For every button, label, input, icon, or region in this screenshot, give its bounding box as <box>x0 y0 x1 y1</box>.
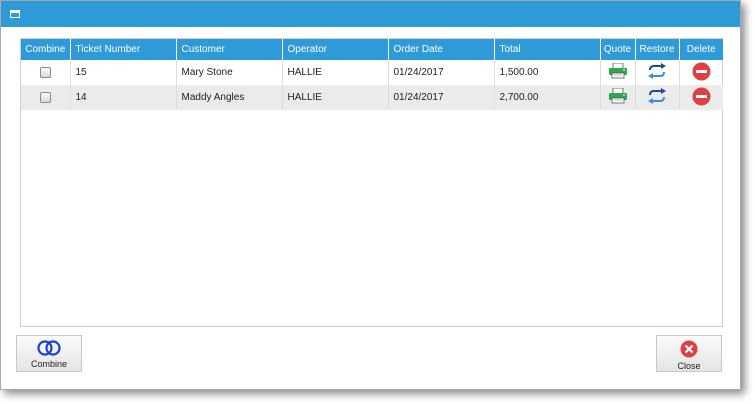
printer-icon[interactable] <box>608 87 628 107</box>
customer-cell: Mary Stone <box>176 60 283 85</box>
quote-cell <box>600 85 636 110</box>
table-row[interactable]: 15 Mary Stone HALLIE 01/24/2017 1,500.00 <box>21 60 723 85</box>
operator-cell: HALLIE <box>282 60 389 85</box>
col-header-ticket-number[interactable]: Ticket Number <box>70 39 177 60</box>
combine-checkbox[interactable] <box>39 91 51 103</box>
col-header-combine[interactable]: Combine <box>21 39 71 60</box>
ticket-number-cell: 15 <box>70 60 177 85</box>
combine-button[interactable]: Combine <box>16 335 82 372</box>
ticket-number-cell: 14 <box>70 85 177 110</box>
delete-cell <box>679 85 723 110</box>
total-cell: 1,500.00 <box>494 60 601 85</box>
col-header-quote[interactable]: Quote <box>600 39 636 60</box>
remove-circle-icon[interactable] <box>692 62 711 84</box>
col-header-total[interactable]: Total <box>494 39 601 60</box>
col-header-operator[interactable]: Operator <box>282 39 389 60</box>
window-icon <box>10 10 20 18</box>
restore-cell <box>635 85 680 110</box>
tickets-grid: Combine Ticket Number Customer Operator … <box>20 38 723 327</box>
tickets-table: Combine Ticket Number Customer Operator … <box>21 39 723 110</box>
printer-icon[interactable] <box>608 62 628 82</box>
remove-circle-icon[interactable] <box>692 87 711 109</box>
combine-button-label: Combine <box>30 359 68 369</box>
combine-cell <box>21 85 71 110</box>
overlapping-rings-icon <box>17 340 81 358</box>
col-header-customer[interactable]: Customer <box>176 39 283 60</box>
title-bar <box>1 1 740 27</box>
restore-arrows-icon[interactable] <box>647 88 667 107</box>
total-cell: 2,700.00 <box>494 85 601 110</box>
order-date-cell: 01/24/2017 <box>388 85 495 110</box>
delete-cell <box>679 60 723 85</box>
table-row[interactable]: 14 Maddy Angles HALLIE 01/24/2017 2,700.… <box>21 85 723 110</box>
combine-checkbox[interactable] <box>39 66 51 78</box>
combine-cell <box>21 60 71 85</box>
header-row: Combine Ticket Number Customer Operator … <box>21 39 723 60</box>
operator-cell: HALLIE <box>282 85 389 110</box>
close-circle-icon <box>657 340 721 360</box>
close-button-label: Close <box>677 361 701 371</box>
col-header-order-date[interactable]: Order Date <box>388 39 495 60</box>
col-header-delete[interactable]: Delete <box>679 39 723 60</box>
col-header-restore[interactable]: Restore <box>635 39 680 60</box>
close-button[interactable]: Close <box>656 335 722 372</box>
restore-arrows-icon[interactable] <box>647 63 667 82</box>
customer-cell: Maddy Angles <box>176 85 283 110</box>
restore-cell <box>635 60 680 85</box>
quote-cell <box>600 60 636 85</box>
order-date-cell: 01/24/2017 <box>388 60 495 85</box>
dialog-window: Combine Ticket Number Customer Operator … <box>0 0 741 390</box>
